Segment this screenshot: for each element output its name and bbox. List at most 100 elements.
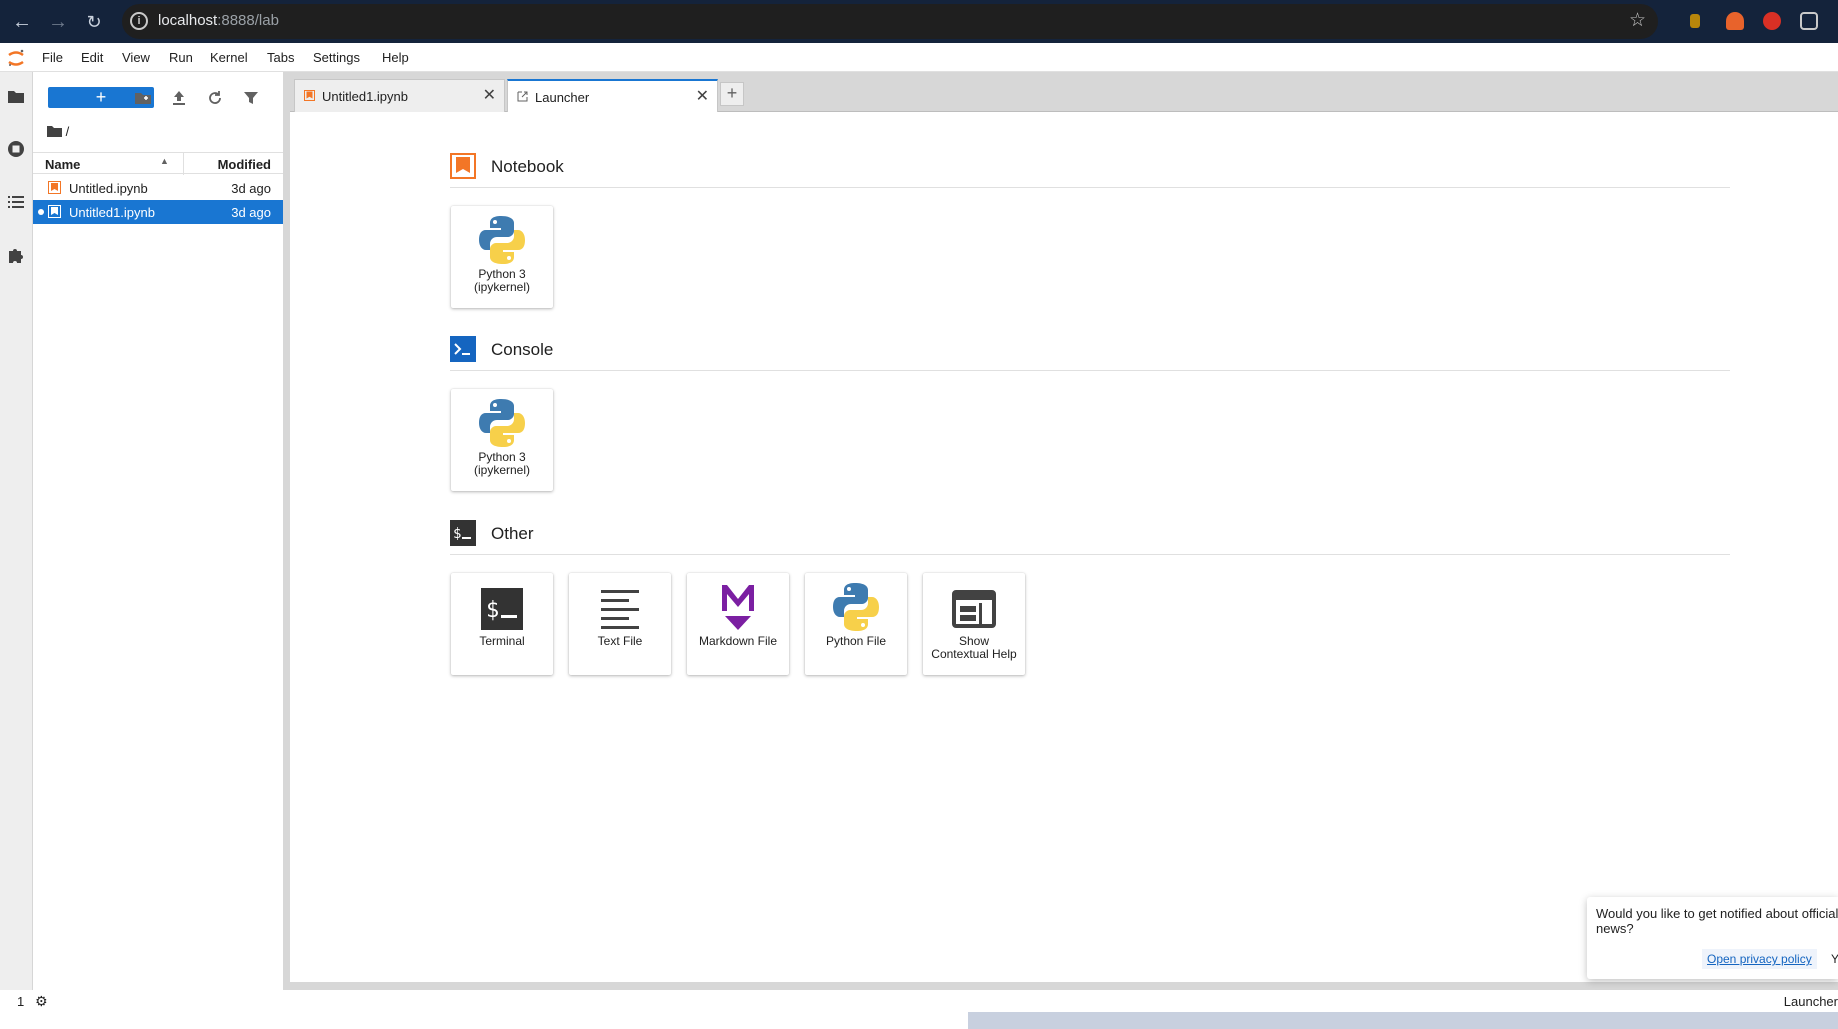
launcher-card-contextual-help[interactable]: Show Contextual Help	[923, 573, 1025, 675]
python-logo-icon	[833, 583, 879, 631]
tab-label: Untitled1.ipynb	[322, 89, 408, 104]
yes-button[interactable]: Y	[1831, 952, 1838, 966]
python-logo-icon	[479, 216, 525, 264]
back-arrow-icon[interactable]: ←	[8, 8, 36, 36]
notebook-file-icon	[48, 205, 61, 218]
running-indicator-icon	[38, 209, 44, 215]
file-modified: 3d ago	[231, 181, 271, 196]
terminal-icon: $	[481, 588, 523, 630]
left-activity-bar	[0, 72, 33, 990]
site-info-icon[interactable]: i	[130, 12, 148, 30]
column-modified[interactable]: Modified	[218, 157, 271, 172]
status-bar: 1 ⚙ Launcher	[0, 990, 1838, 1012]
launcher-card-console-python3[interactable]: Python 3 (ipykernel)	[451, 389, 553, 491]
folder-icon	[47, 126, 62, 137]
launcher-card-markdown-file[interactable]: Markdown File	[687, 573, 789, 675]
reload-icon[interactable]: ↻	[80, 8, 108, 36]
os-menubar-peek	[0, 1012, 1838, 1029]
stop-circle-icon	[8, 141, 24, 157]
tab-label: Launcher	[535, 90, 590, 105]
bookmark-star-icon[interactable]: ☆	[1629, 9, 1646, 32]
markdown-icon	[722, 585, 754, 630]
menubar: File Edit View Run Kernel Tabs Settings …	[0, 43, 1838, 72]
folder-icon	[8, 91, 24, 103]
extension-manager-tab[interactable]	[0, 238, 33, 274]
browser-toolbar: ← → ↻ i localhost:8888/lab ☆	[0, 0, 1838, 43]
main-tab-bar: Untitled1.ipynb ✕ Launcher ✕ +	[290, 72, 1838, 113]
list-icon	[8, 196, 24, 208]
status-current-tab: Launcher	[1783, 994, 1838, 1009]
card-label: Show Contextual Help	[931, 634, 1017, 661]
file-browser-panel: + / Name ▲ Modified Untitled.ipynb 3d ag…	[33, 72, 283, 990]
svg-text:$: $	[486, 598, 499, 623]
extension-icon[interactable]	[1726, 12, 1744, 30]
launcher-panel: Notebook Python 3 (ipykernel) Console Pyt…	[290, 112, 1838, 982]
news-notification-toast: Would you like to get notified about off…	[1587, 897, 1838, 979]
filter-icon[interactable]	[241, 88, 261, 108]
kernel-status-icon[interactable]: ⚙	[35, 993, 48, 1010]
section-title-console: Console	[491, 340, 554, 359]
extension-icon[interactable]	[1690, 14, 1700, 28]
launcher-card-notebook-python3[interactable]: Python 3 (ipykernel)	[451, 206, 553, 308]
kernel-count[interactable]: 1	[17, 994, 24, 1009]
menu-edit[interactable]: Edit	[81, 50, 103, 65]
svg-text:$: $	[453, 526, 461, 542]
menu-help[interactable]: Help	[382, 50, 409, 65]
tab-untitled1[interactable]: Untitled1.ipynb ✕	[294, 79, 505, 112]
extension-icon[interactable]	[1763, 12, 1781, 30]
launcher-card-python-file[interactable]: Python File	[805, 573, 907, 675]
launcher-card-terminal[interactable]: $ Terminal	[451, 573, 553, 675]
close-tab-icon[interactable]: ✕	[483, 85, 496, 105]
file-name: Untitled1.ipynb	[69, 205, 155, 220]
section-divider	[450, 187, 1730, 188]
menu-tabs[interactable]: Tabs	[267, 50, 294, 65]
menu-settings[interactable]: Settings	[313, 50, 360, 65]
python-logo-icon	[479, 399, 525, 447]
section-title-other: Other	[491, 524, 534, 543]
panel-splitter[interactable]	[283, 72, 290, 990]
section-divider	[450, 370, 1730, 371]
notebook-section-icon	[450, 153, 476, 179]
notebook-file-icon	[48, 181, 61, 194]
column-name[interactable]: Name	[45, 157, 80, 172]
extensions-puzzle-icon[interactable]	[1800, 12, 1818, 30]
file-name: Untitled.ipynb	[69, 181, 148, 196]
contextual-help-icon	[952, 590, 996, 628]
table-of-contents-tab[interactable]	[0, 186, 33, 222]
jupyter-logo-icon	[8, 49, 24, 66]
add-tab-button[interactable]: +	[720, 82, 744, 106]
file-browser-tab[interactable]	[0, 80, 33, 116]
section-divider	[450, 554, 1730, 555]
breadcrumb[interactable]: /	[47, 124, 69, 139]
menu-run[interactable]: Run	[169, 50, 193, 65]
close-tab-icon[interactable]: ✕	[696, 86, 709, 106]
refresh-icon[interactable]	[205, 88, 225, 108]
breadcrumb-root[interactable]: /	[66, 124, 70, 139]
os-menubar-strip	[968, 1012, 1838, 1029]
menu-file[interactable]: File	[42, 50, 63, 65]
console-section-icon	[450, 336, 476, 362]
file-row[interactable]: Untitled.ipynb 3d ago	[33, 176, 283, 200]
new-folder-icon[interactable]	[133, 88, 153, 108]
terminal-section-icon: $	[450, 520, 476, 546]
notebook-tab-icon	[304, 90, 315, 101]
address-bar[interactable]: i localhost:8888/lab ☆	[122, 4, 1658, 39]
card-label: Python 3 (ipykernel)	[473, 450, 530, 477]
section-title-notebook: Notebook	[491, 157, 564, 176]
notification-message: Would you like to get notified about off…	[1596, 906, 1838, 936]
tab-launcher[interactable]: Launcher ✕	[507, 79, 718, 113]
file-row-selected[interactable]: Untitled1.ipynb 3d ago	[33, 200, 283, 224]
text-file-icon	[601, 590, 639, 629]
column-divider[interactable]	[183, 153, 184, 175]
file-list-header: Name ▲ Modified	[33, 152, 283, 175]
card-label: Markdown File	[698, 634, 778, 648]
menu-kernel[interactable]: Kernel	[210, 50, 248, 65]
card-label: Python File	[825, 634, 887, 648]
open-privacy-policy-link[interactable]: Open privacy policy	[1702, 949, 1817, 969]
card-label: Text File	[597, 634, 643, 648]
forward-arrow-icon[interactable]: →	[44, 8, 72, 36]
running-sessions-tab[interactable]	[0, 132, 33, 168]
menu-view[interactable]: View	[122, 50, 150, 65]
upload-icon[interactable]	[169, 88, 189, 108]
launcher-card-text-file[interactable]: Text File	[569, 573, 671, 675]
